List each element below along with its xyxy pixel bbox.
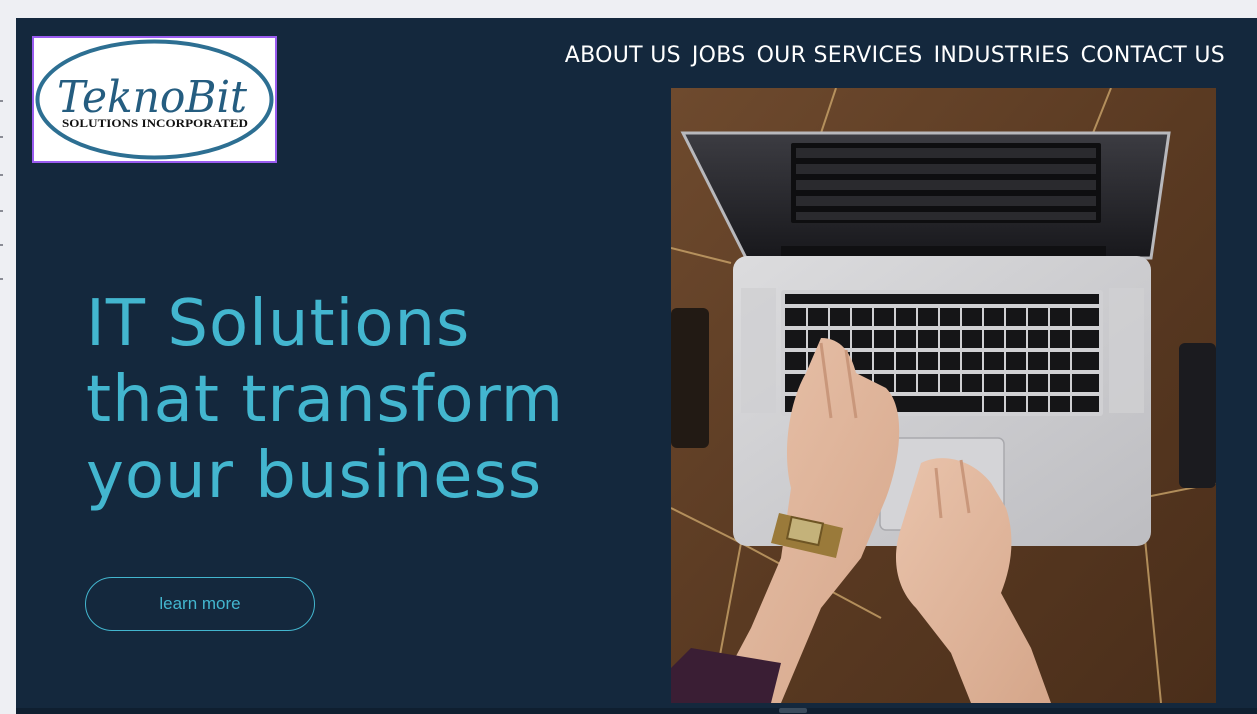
- nav-industries[interactable]: INDUSTRIES: [934, 43, 1070, 68]
- main-nav: ABOUT US JOBS OUR SERVICES INDUSTRIES CO…: [565, 43, 1225, 68]
- scroll-handle[interactable]: [779, 708, 807, 713]
- nav-jobs[interactable]: JOBS: [692, 43, 746, 68]
- hero-headline: IT Solutions that transform your busines…: [86, 286, 564, 514]
- company-logo[interactable]: TeknoBit SOLUTIONS INCORPORATED: [32, 36, 277, 163]
- learn-more-button[interactable]: learn more: [85, 577, 315, 631]
- headline-line-2: that transform: [86, 363, 565, 437]
- hero-laptop-image: [671, 88, 1216, 703]
- logo-tagline: SOLUTIONS INCORPORATED: [62, 116, 248, 130]
- left-gutter: [0, 0, 16, 714]
- website-page: TeknoBit SOLUTIONS INCORPORATED ABOUT US…: [16, 18, 1257, 714]
- bottom-strip: [16, 708, 1257, 714]
- nav-contact-us[interactable]: CONTACT US: [1081, 43, 1225, 68]
- nav-our-services[interactable]: OUR SERVICES: [757, 43, 923, 68]
- nav-about-us[interactable]: ABOUT US: [565, 43, 681, 68]
- headline-line-3: your business: [86, 439, 543, 513]
- headline-line-1: IT Solutions: [86, 287, 471, 361]
